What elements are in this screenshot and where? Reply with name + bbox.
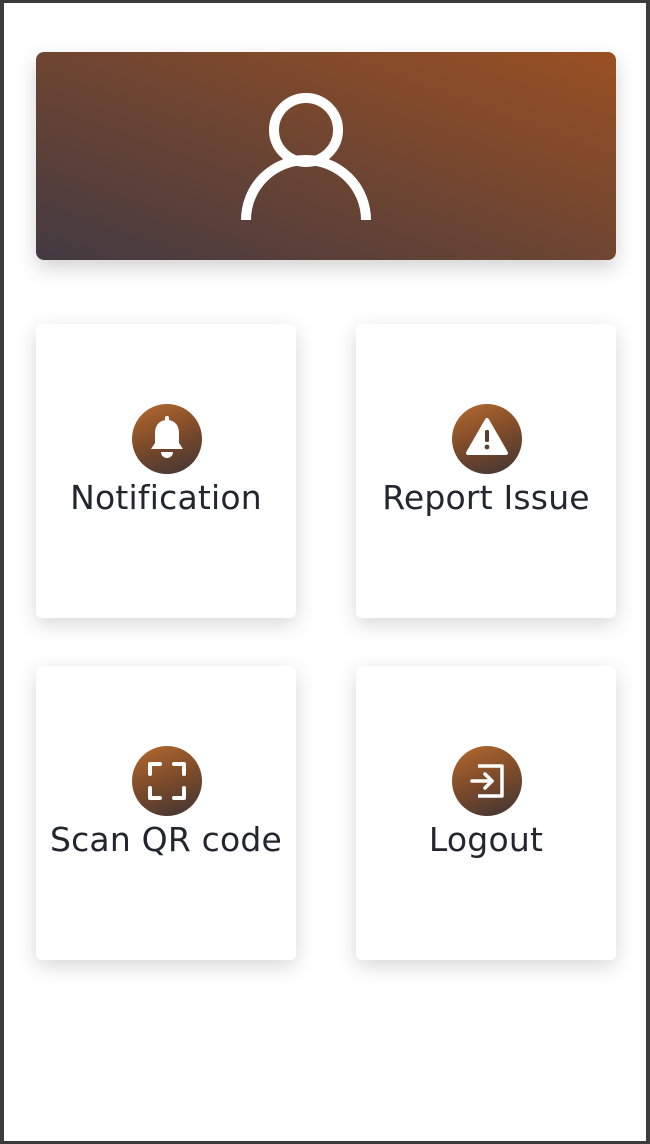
scan-icon xyxy=(132,746,202,816)
notification-card[interactable]: Notification xyxy=(36,324,296,618)
scan-qr-card[interactable]: Scan QR code xyxy=(36,666,296,960)
logout-card[interactable]: Logout xyxy=(356,666,616,960)
report-issue-label: Report Issue xyxy=(382,478,590,517)
app-screen: Notification Report Issue Scan QR code L… xyxy=(0,0,650,1144)
notification-label: Notification xyxy=(70,478,262,517)
user-icon xyxy=(241,93,371,221)
report-issue-card[interactable]: Report Issue xyxy=(356,324,616,618)
warning-icon xyxy=(452,404,522,474)
logout-icon xyxy=(452,746,522,816)
scan-qr-label: Scan QR code xyxy=(49,820,283,859)
bell-icon xyxy=(132,404,202,474)
logout-label: Logout xyxy=(428,820,544,859)
profile-banner[interactable] xyxy=(36,52,616,260)
